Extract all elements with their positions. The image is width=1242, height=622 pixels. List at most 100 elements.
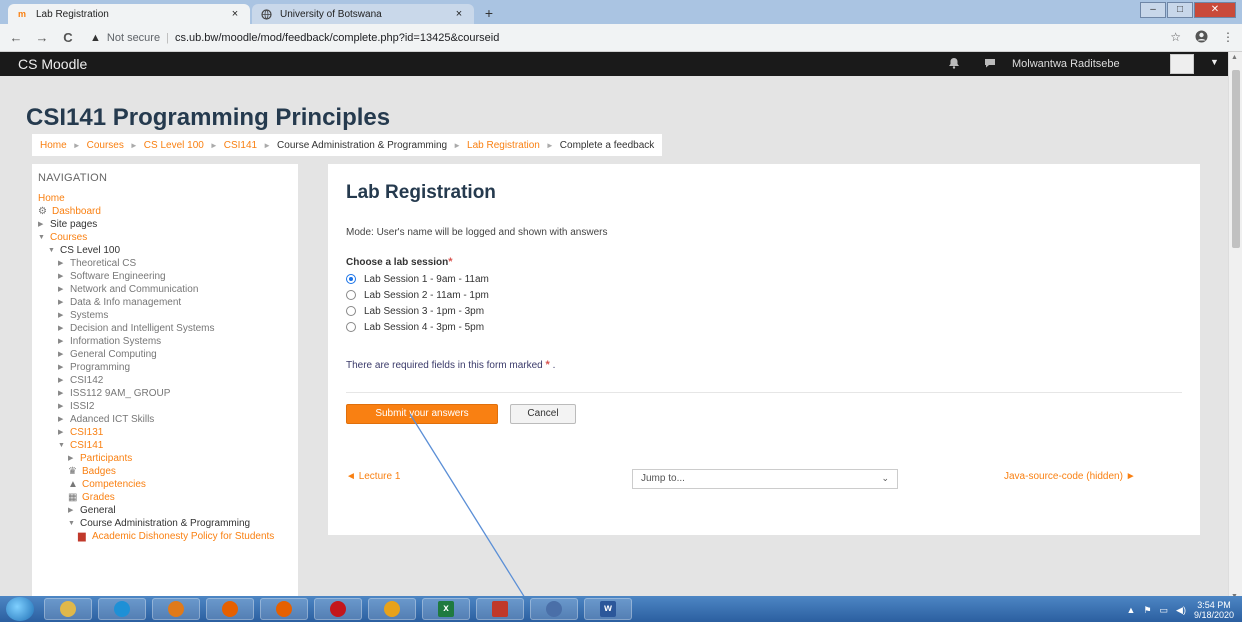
next-activity-link[interactable]: Java-source-code (hidden) ► (1004, 471, 1136, 482)
network-icon[interactable] (530, 598, 578, 620)
network-tray-icon[interactable]: ▭ (1160, 605, 1169, 616)
breadcrumb-item[interactable]: Lab Registration (467, 140, 540, 151)
page-scrollbar[interactable]: ▲ ▼ (1228, 52, 1242, 602)
collapsed-triangle-icon[interactable]: ▶ (58, 283, 70, 296)
lab-session-option[interactable]: Lab Session 3 - 1pm - 3pm (346, 303, 489, 319)
user-name[interactable]: Molwantwa Raditsebe (1012, 58, 1120, 70)
nav-item[interactable]: ▶ ISSI2 (38, 400, 292, 413)
minimize-icon[interactable]: – (1140, 2, 1166, 18)
acrobat-icon[interactable] (476, 598, 524, 620)
collapsed-triangle-icon[interactable]: ▶ (58, 387, 70, 400)
lab-session-option[interactable]: Lab Session 2 - 11am - 1pm (346, 287, 489, 303)
nav-item[interactable]: ▆ Academic Dishonesty Policy for Students (38, 530, 292, 543)
volume-icon[interactable]: ◀) (1176, 605, 1186, 616)
nav-item[interactable]: ▼ CS Level 100 (38, 244, 292, 257)
word-icon[interactable]: w (584, 598, 632, 620)
nav-item[interactable]: ▶ Software Engineering (38, 270, 292, 283)
nav-item[interactable]: ▶ Site pages (38, 218, 292, 231)
flag-icon[interactable]: ⚑ (1143, 605, 1151, 616)
breadcrumb-item[interactable]: Home (40, 140, 67, 151)
explorer-icon[interactable] (44, 598, 92, 620)
nav-item[interactable]: ▶ Participants (38, 452, 292, 465)
clock[interactable]: 3:54 PM 9/18/2020 (1194, 600, 1234, 620)
expanded-triangle-icon[interactable]: ▼ (58, 439, 70, 452)
notifications-icon[interactable] (948, 57, 960, 72)
expanded-triangle-icon[interactable]: ▼ (48, 244, 60, 257)
nav-item[interactable]: ▶ General Computing (38, 348, 292, 361)
close-icon[interactable]: × (452, 8, 466, 20)
nav-item[interactable]: Home (38, 192, 292, 205)
nav-item[interactable]: ▶ Theoretical CS (38, 257, 292, 270)
cancel-button[interactable]: Cancel (510, 404, 576, 424)
back-icon[interactable]: ← (8, 30, 24, 46)
nav-item[interactable]: ▼ CSI141 (38, 439, 292, 452)
close-icon[interactable]: × (228, 8, 242, 20)
close-window-icon[interactable]: ✕ (1194, 2, 1236, 18)
collapsed-triangle-icon[interactable]: ▶ (58, 296, 70, 309)
collapsed-triangle-icon[interactable]: ▶ (68, 504, 80, 517)
nav-item[interactable]: ▶ Data & Info management (38, 296, 292, 309)
expanded-triangle-icon[interactable]: ▼ (68, 517, 80, 530)
collapsed-triangle-icon[interactable]: ▶ (58, 374, 70, 387)
lab-session-option[interactable]: Lab Session 1 - 9am - 11am (346, 271, 489, 287)
menu-dots-icon[interactable]: ⋮ (1222, 30, 1234, 46)
collapsed-triangle-icon[interactable]: ▶ (58, 270, 70, 283)
nav-item[interactable]: ▶ Adanced ICT Skills (38, 413, 292, 426)
breadcrumb-item[interactable]: Courses (87, 140, 124, 151)
tab-lab-registration[interactable]: m Lab Registration × (8, 4, 250, 24)
nav-item[interactable]: ▼ Course Administration & Programming (38, 517, 292, 530)
nav-item[interactable]: ▶ Network and Communication (38, 283, 292, 296)
site-brand[interactable]: CS Moodle (18, 56, 87, 72)
collapsed-triangle-icon[interactable]: ▶ (58, 257, 70, 270)
radio-button[interactable] (346, 322, 356, 332)
nav-item[interactable]: ▶ Systems (38, 309, 292, 322)
scrollbar-thumb[interactable] (1232, 70, 1240, 248)
collapsed-triangle-icon[interactable]: ▶ (58, 348, 70, 361)
collapsed-triangle-icon[interactable]: ▶ (58, 361, 70, 374)
radio-button[interactable] (346, 274, 356, 284)
collapsed-triangle-icon[interactable]: ▶ (68, 452, 80, 465)
reload-icon[interactable]: C (60, 30, 76, 46)
nav-item[interactable]: ▶ ISS112 9AM_ GROUP (38, 387, 292, 400)
submit-answers-button[interactable]: Submit your answers (346, 404, 498, 424)
collapsed-triangle-icon[interactable]: ▶ (58, 400, 70, 413)
firefox-alt-icon[interactable] (260, 598, 308, 620)
collapsed-triangle-icon[interactable]: ▶ (58, 322, 70, 335)
opera-icon[interactable] (314, 598, 362, 620)
nav-item[interactable]: ▶ Decision and Intelligent Systems (38, 322, 292, 335)
radio-button[interactable] (346, 290, 356, 300)
messages-icon[interactable] (984, 57, 996, 72)
nav-item[interactable]: ♛ Badges (38, 465, 292, 478)
expanded-triangle-icon[interactable]: ▼ (38, 231, 50, 244)
nav-item[interactable]: ▲ Competencies (38, 478, 292, 491)
tray-chevron-icon[interactable]: ▲ (1127, 605, 1136, 615)
forward-icon[interactable]: → (34, 30, 50, 46)
nav-item[interactable]: ▶ CSI142 (38, 374, 292, 387)
jump-to-select[interactable]: Jump to... ⌄ (632, 469, 898, 489)
ie-icon[interactable] (98, 598, 146, 620)
nav-item[interactable]: ▦ Grades (38, 491, 292, 504)
collapsed-triangle-icon[interactable]: ▶ (58, 335, 70, 348)
nav-item[interactable]: ▼ Courses (38, 231, 292, 244)
nav-item[interactable]: ▶ CSI131 (38, 426, 292, 439)
collapsed-triangle-icon[interactable]: ▶ (58, 426, 70, 439)
start-button[interactable] (6, 597, 34, 621)
nav-item[interactable]: ▶ Information Systems (38, 335, 292, 348)
avatar[interactable] (1170, 54, 1194, 74)
nav-item[interactable]: ▶ Programming (38, 361, 292, 374)
radio-button[interactable] (346, 306, 356, 316)
nav-item[interactable]: ▶ General (38, 504, 292, 517)
scroll-up-icon[interactable]: ▲ (1231, 54, 1238, 61)
collapsed-triangle-icon[interactable]: ▶ (58, 309, 70, 322)
user-menu-caret-icon[interactable]: ▼ (1210, 57, 1219, 67)
bookmark-star-icon[interactable]: ☆ (1170, 30, 1181, 46)
previous-activity-link[interactable]: ◄ Lecture 1 (346, 471, 400, 482)
firefox-icon[interactable] (206, 598, 254, 620)
excel-icon[interactable]: x (422, 598, 470, 620)
new-tab-button[interactable]: + (480, 5, 498, 21)
media-icon[interactable] (152, 598, 200, 620)
breadcrumb-item[interactable]: CSI141 (224, 140, 257, 151)
collapsed-triangle-icon[interactable]: ▶ (38, 218, 50, 231)
chrome-icon[interactable] (368, 598, 416, 620)
url-input[interactable]: ▲ Not secure | cs.ub.bw/moodle/mod/feedb… (90, 28, 1180, 48)
